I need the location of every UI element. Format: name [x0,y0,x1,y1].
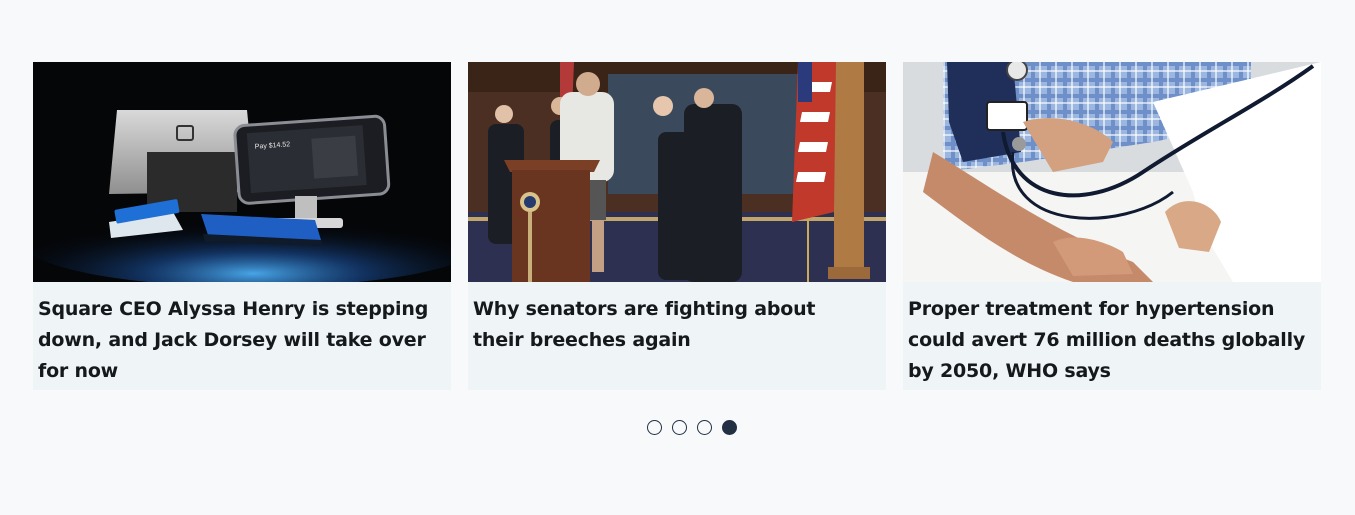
card-title: Square CEO Alyssa Henry is stepping down… [38,298,429,382]
carousel-pagination [647,420,737,435]
card-title: Why senators are fighting about their br… [473,298,816,351]
senators-press-conference-image [468,62,886,282]
news-card-hypertension[interactable]: Proper treatment for hypertension could … [903,62,1321,390]
pagination-dot-1[interactable] [647,420,662,435]
news-card-senators[interactable]: Why senators are fighting about their br… [468,62,886,390]
card-title: Proper treatment for hypertension could … [908,298,1306,382]
news-card-square-ceo[interactable]: Pay $14.52 Square CEO Alyssa Henry is st… [33,62,451,390]
pagination-dot-3[interactable] [697,420,712,435]
blood-pressure-check-image [903,62,1321,282]
news-carousel: Pay $14.52 Square CEO Alyssa Henry is st… [33,62,1321,390]
carousel-track: Pay $14.52 Square CEO Alyssa Henry is st… [33,62,1321,390]
square-pos-terminals-image: Pay $14.52 [33,62,451,282]
pagination-dot-4[interactable] [722,420,737,435]
pagination-dot-2[interactable] [672,420,687,435]
